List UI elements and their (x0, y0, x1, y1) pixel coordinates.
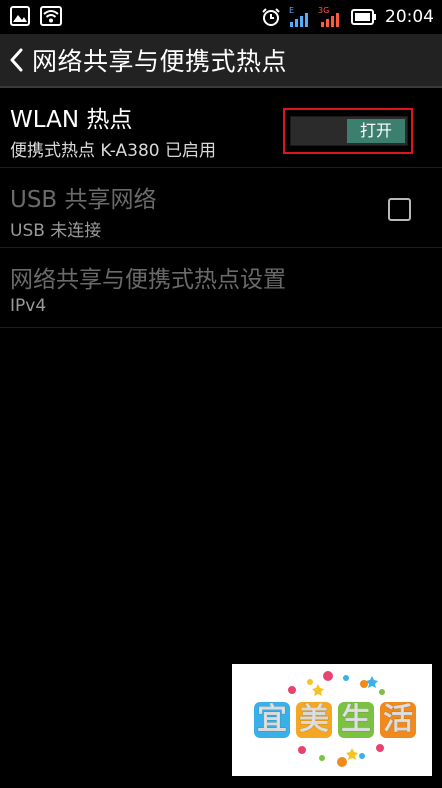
svg-text:3G: 3G (318, 6, 329, 15)
action-bar: 网络共享与便携式热点 (0, 34, 442, 88)
wifi-icon (40, 6, 62, 26)
list-item-usb-tethering: USB 共享网络 USB 未连接 (0, 168, 442, 248)
signal-e-icon: E (289, 6, 308, 27)
list-item-wlan-hotspot[interactable]: WLAN 热点 便携式热点 K-A380 已启用 打开 (0, 88, 442, 168)
alarm-icon (262, 8, 280, 26)
watermark-logo: 宜 美 生 活 (232, 664, 432, 776)
list-item-tethering-settings: 网络共享与便携式热点设置 IPv4 (0, 248, 442, 328)
item-title: 网络共享与便携式热点设置 (10, 267, 286, 293)
watermark-char: 活 (383, 702, 414, 738)
page-title[interactable]: 网络共享与便携式热点 (32, 42, 287, 78)
image-icon (10, 6, 30, 26)
watermark-char: 生 (341, 702, 372, 738)
wlan-hotspot-toggle[interactable]: 打开 (290, 116, 408, 146)
item-summary: 便携式热点 K-A380 已启用 (10, 141, 217, 161)
watermark-char: 美 (299, 702, 330, 738)
watermark-char: 宜 (257, 702, 288, 738)
toggle-thumb: 打开 (347, 119, 405, 143)
settings-list: WLAN 热点 便携式热点 K-A380 已启用 打开 USB 共享网络 USB… (0, 88, 442, 328)
battery-icon (351, 9, 376, 25)
signal-3g-icon: 3G (318, 6, 339, 27)
item-summary: IPv4 (10, 296, 47, 316)
status-bar: E 3G 20:04 (0, 0, 442, 34)
svg-text:E: E (289, 6, 294, 15)
status-time: 20:04 (385, 7, 434, 27)
item-summary: USB 未连接 (10, 221, 102, 241)
item-title: USB 共享网络 (10, 187, 157, 213)
watermark-text: 宜 美 生 活 (254, 702, 416, 738)
usb-tethering-checkbox[interactable] (388, 198, 411, 221)
item-title: WLAN 热点 (10, 107, 133, 133)
chevron-left-icon[interactable] (6, 45, 26, 75)
